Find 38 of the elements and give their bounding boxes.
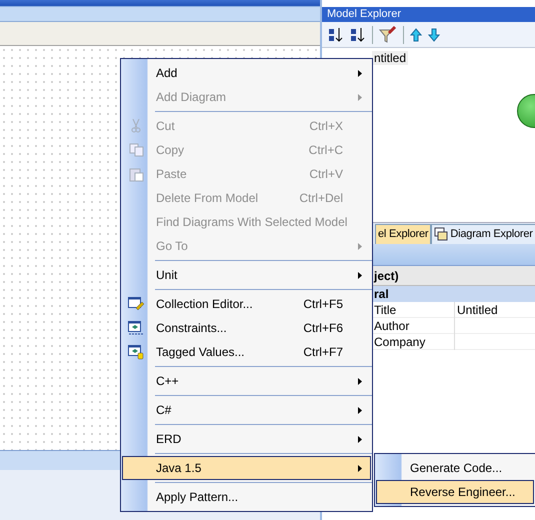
paste-icon [128,166,144,182]
sort-numeric-icon[interactable] [328,26,344,42]
property-name: Author [374,318,410,334]
menu-item[interactable]: Reverse Engineer... [376,480,534,504]
tree-item[interactable]: ntitled [372,51,408,65]
submenu-arrow-icon [358,406,362,414]
filter-icon[interactable] [379,26,397,44]
panel-title: Model Explorer [322,7,535,22]
submenu-arrow-icon [358,94,362,100]
property-value[interactable]: Untitled [454,302,535,318]
window-dashed-icon [128,320,144,336]
window-pencil-icon [128,297,144,311]
menu-item[interactable]: Generate Code... [376,456,534,480]
submenu-arrow-icon [358,436,362,442]
menu-item[interactable]: C# [122,398,371,422]
menu-item[interactable]: Java 1.5 [122,456,371,480]
down-arrow-icon[interactable] [428,28,440,42]
scissors-icon [131,119,141,133]
panel-tab[interactable]: Diagram Explorer [431,224,535,244]
submenu-arrow-icon [358,464,362,472]
submenu-arrow-icon [358,70,362,76]
menu-item[interactable]: Tagged Values... Ctrl+F7 [122,340,371,364]
copy-icon [128,143,144,157]
diagram-icon [434,227,448,241]
submenu-arrow-icon [358,378,362,384]
submenu-arrow-icon [358,272,362,278]
menu-item[interactable]: Add [122,61,371,85]
submenu-arrow-icon [358,242,362,250]
menu-item[interactable]: Constraints... Ctrl+F6 [122,316,371,340]
panel-tab[interactable]: el Explorer [375,224,432,244]
menu-item[interactable]: C++ [122,369,371,393]
property-name: Company [374,334,426,350]
menu-item[interactable]: ERD [122,427,371,451]
sort-alpha-icon[interactable] [350,26,366,42]
menu-item[interactable]: Apply Pattern... [122,485,371,509]
window-tag-icon [128,344,144,360]
up-arrow-icon[interactable] [410,28,422,42]
property-name: Title [374,302,398,318]
